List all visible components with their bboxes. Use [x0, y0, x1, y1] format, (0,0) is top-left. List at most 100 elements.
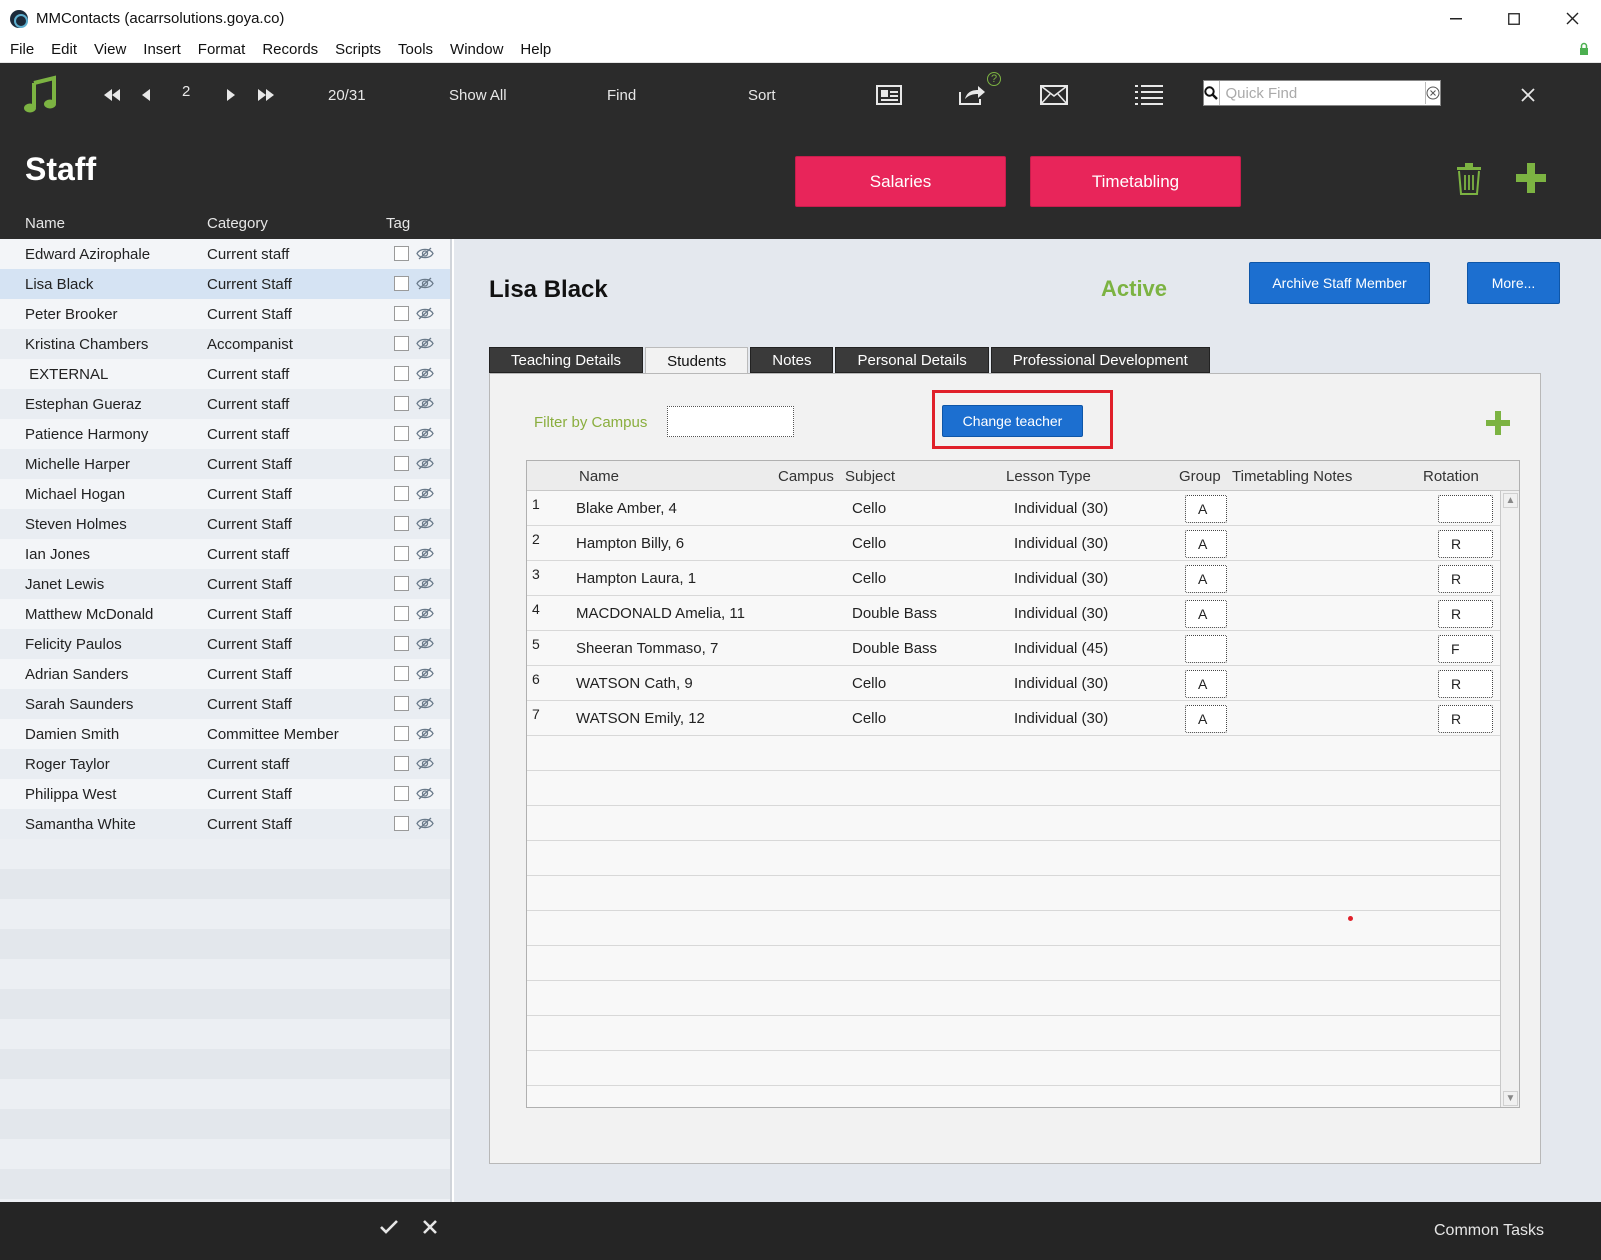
menu-insert[interactable]: Insert [143, 41, 181, 58]
list-item[interactable]: Damien Smith Committee Member [0, 719, 450, 749]
rotation-field[interactable]: F [1438, 635, 1493, 663]
table-row[interactable]: 6 WATSON Cath, 9 Cello Individual (30) A… [527, 666, 1500, 701]
student-name[interactable]: Hampton Laura, 1 [576, 570, 696, 587]
hide-eye-icon[interactable] [416, 667, 434, 684]
hide-eye-icon[interactable] [416, 427, 434, 444]
list-item[interactable]: Matthew McDonald Current Staff [0, 599, 450, 629]
table-row[interactable]: 1 Blake Amber, 4 Cello Individual (30) A [527, 491, 1500, 526]
col-name[interactable]: Name [579, 468, 619, 485]
rotation-field[interactable]: R [1438, 530, 1493, 558]
trash-icon[interactable] [1456, 163, 1482, 199]
clear-search-icon[interactable] [1426, 81, 1441, 105]
rotation-field[interactable]: R [1438, 565, 1493, 593]
hide-eye-icon[interactable] [416, 757, 434, 774]
tag-checkbox[interactable] [394, 636, 409, 651]
menu-tools[interactable]: Tools [398, 41, 433, 58]
last-record-icon[interactable] [257, 63, 275, 127]
student-name[interactable]: Blake Amber, 4 [576, 500, 677, 517]
previous-record-icon[interactable] [141, 63, 151, 127]
hide-eye-icon[interactable] [416, 367, 434, 384]
show-all-button[interactable]: Show All [449, 63, 507, 127]
list-item[interactable]: Kristina Chambers Accompanist [0, 329, 450, 359]
hide-eye-icon[interactable] [416, 697, 434, 714]
tag-checkbox[interactable] [394, 726, 409, 741]
list-item[interactable]: Patience Harmony Current staff [0, 419, 450, 449]
share-export-icon[interactable] [958, 63, 986, 127]
help-badge-icon[interactable]: ? [987, 47, 1001, 111]
scroll-up-icon[interactable]: ▲ [1503, 493, 1518, 508]
tag-checkbox[interactable] [394, 606, 409, 621]
list-item[interactable]: Philippa West Current Staff [0, 779, 450, 809]
tag-checkbox[interactable] [394, 486, 409, 501]
tag-checkbox[interactable] [394, 576, 409, 591]
student-name[interactable]: WATSON Emily, 12 [576, 710, 705, 727]
tag-checkbox[interactable] [394, 276, 409, 291]
menu-help[interactable]: Help [520, 41, 551, 58]
filter-campus-input[interactable] [667, 406, 794, 437]
tag-checkbox[interactable] [394, 366, 409, 381]
table-row[interactable]: 5 Sheeran Tommaso, 7 Double Bass Individ… [527, 631, 1500, 666]
list-item[interactable]: EXTERNAL Current staff [0, 359, 450, 389]
table-row[interactable]: 3 Hampton Laura, 1 Cello Individual (30)… [527, 561, 1500, 596]
table-scrollbar[interactable]: ▲ ▼ [1500, 491, 1519, 1107]
tag-checkbox[interactable] [394, 396, 409, 411]
timetabling-button[interactable]: Timetabling [1030, 156, 1241, 207]
list-view-icon[interactable] [1135, 63, 1163, 127]
list-item[interactable]: Peter Brooker Current Staff [0, 299, 450, 329]
common-tasks-button[interactable]: Common Tasks [1434, 1222, 1544, 1240]
tab-professional-development[interactable]: Professional Development [990, 347, 1210, 373]
hide-eye-icon[interactable] [416, 787, 434, 804]
change-teacher-button[interactable]: Change teacher [942, 405, 1083, 437]
list-item[interactable]: Roger Taylor Current staff [0, 749, 450, 779]
menu-scripts[interactable]: Scripts [335, 41, 381, 58]
quick-find-input[interactable] [1219, 82, 1426, 104]
list-item[interactable]: Michelle Harper Current Staff [0, 449, 450, 479]
sort-button[interactable]: Sort [748, 63, 776, 127]
tag-checkbox[interactable] [394, 756, 409, 771]
tag-checkbox[interactable] [394, 336, 409, 351]
student-name[interactable]: Sheeran Tommaso, 7 [576, 640, 718, 657]
next-record-icon[interactable] [226, 63, 236, 127]
hide-eye-icon[interactable] [416, 277, 434, 294]
hide-eye-icon[interactable] [416, 337, 434, 354]
table-row[interactable]: 2 Hampton Billy, 6 Cello Individual (30)… [527, 526, 1500, 561]
table-row[interactable]: 7 WATSON Emily, 12 Cello Individual (30)… [527, 701, 1500, 736]
add-staff-icon[interactable] [1516, 163, 1546, 197]
tag-checkbox[interactable] [394, 516, 409, 531]
list-item[interactable]: Steven Holmes Current Staff [0, 509, 450, 539]
group-field[interactable]: A [1185, 670, 1227, 698]
group-field[interactable]: A [1185, 565, 1227, 593]
tag-checkbox[interactable] [394, 816, 409, 831]
hide-eye-icon[interactable] [416, 517, 434, 534]
record-number[interactable]: 2 [182, 59, 190, 123]
group-field[interactable] [1185, 635, 1227, 663]
list-item[interactable]: Michael Hogan Current Staff [0, 479, 450, 509]
first-record-icon[interactable] [103, 63, 121, 127]
col-rotation[interactable]: Rotation [1423, 468, 1479, 485]
hide-eye-icon[interactable] [416, 487, 434, 504]
hide-eye-icon[interactable] [416, 727, 434, 744]
close-layout-icon[interactable] [1521, 63, 1535, 127]
minimize-icon[interactable] [1427, 0, 1485, 37]
hide-eye-icon[interactable] [416, 247, 434, 264]
student-name[interactable]: MACDONALD Amelia, 11 [576, 605, 745, 622]
menu-view[interactable]: View [94, 41, 126, 58]
list-item[interactable]: Edward Azirophale Current staff [0, 239, 450, 269]
group-field[interactable]: A [1185, 600, 1227, 628]
hide-eye-icon[interactable] [416, 457, 434, 474]
menu-window[interactable]: Window [450, 41, 503, 58]
menu-records[interactable]: Records [262, 41, 318, 58]
rotation-field[interactable] [1438, 495, 1493, 523]
group-field[interactable]: A [1185, 705, 1227, 733]
list-item[interactable]: Samantha White Current Staff [0, 809, 450, 839]
maximize-icon[interactable] [1485, 0, 1543, 37]
table-row[interactable]: 4 MACDONALD Amelia, 11 Double Bass Indiv… [527, 596, 1500, 631]
more-button[interactable]: More... [1467, 262, 1560, 304]
tag-checkbox[interactable] [394, 426, 409, 441]
tag-checkbox[interactable] [394, 546, 409, 561]
col-campus[interactable]: Campus [778, 468, 834, 485]
col-group[interactable]: Group [1179, 468, 1221, 485]
hide-eye-icon[interactable] [416, 607, 434, 624]
rotation-field[interactable]: R [1438, 670, 1493, 698]
checkmark-icon[interactable] [380, 1220, 398, 1238]
